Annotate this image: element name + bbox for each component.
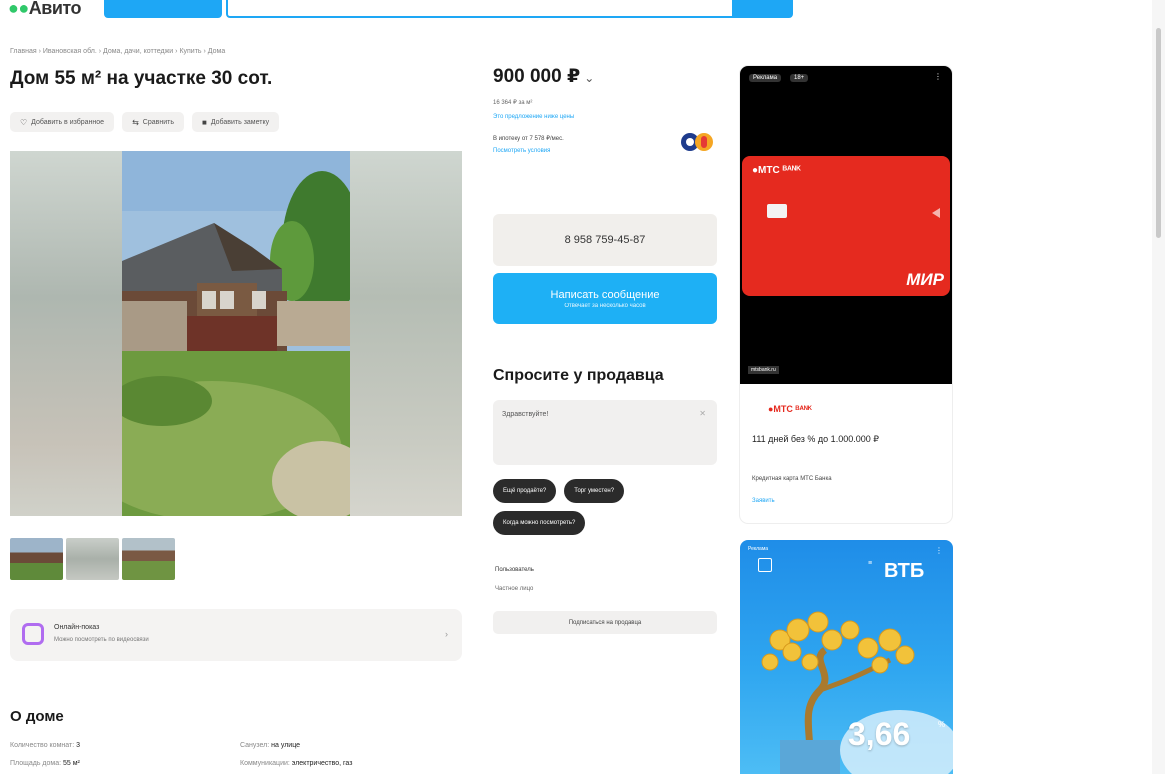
photo-gallery[interactable] bbox=[10, 151, 462, 516]
param-bathroom: Санузел: на улице bbox=[240, 742, 301, 749]
param-rooms: Количество комнат: 3 bbox=[10, 742, 80, 749]
ad-description: Кредитная карта МТС Банка bbox=[752, 476, 832, 482]
page-scrollbar[interactable] bbox=[1152, 0, 1165, 774]
avito-logo[interactable]: ●●Авито bbox=[8, 0, 81, 19]
subscribe-seller-button[interactable]: Подписаться на продавца bbox=[493, 611, 717, 634]
categories-button[interactable] bbox=[104, 0, 222, 18]
write-message-sub: Отвечает за несколько часов bbox=[564, 302, 646, 309]
online-tour-subtitle: Можно посмотреть по видеосвязи bbox=[54, 637, 149, 643]
chevron-right-icon: › bbox=[445, 629, 448, 639]
top-header: ●●Авито bbox=[0, 0, 800, 20]
write-message-label: Написать сообщение bbox=[550, 288, 660, 301]
vtb-logo: ВТБ bbox=[884, 560, 925, 582]
search-input[interactable] bbox=[226, 0, 734, 18]
house-photo[interactable] bbox=[122, 151, 350, 516]
house-params: Количество комнат: 3 Санузел: на улице П… bbox=[10, 742, 470, 774]
thumbnail-strip bbox=[10, 538, 175, 580]
credit-card-image: ●МТС ᴮᴬᴺᴷ МИР bbox=[742, 156, 950, 296]
ad-vtb[interactable]: Реклама ⋮ ≡ ВТБ 3,66 % bbox=[740, 540, 953, 774]
chip-still-selling[interactable]: Ещё продаёте? bbox=[493, 479, 557, 503]
heart-icon: ♡ bbox=[20, 117, 28, 127]
mortgage-link[interactable]: Посмотреть условия bbox=[493, 148, 550, 154]
online-tour-title: Онлайн-показ bbox=[54, 624, 100, 631]
write-message-button[interactable]: Написать сообщение Отвечает за несколько… bbox=[493, 273, 717, 324]
seller-type: Частное лицо bbox=[495, 586, 534, 592]
vtb-stripes-icon: ≡ bbox=[868, 560, 873, 567]
age-label: 18+ bbox=[790, 74, 809, 82]
param-row: Площадь дома: 55 м² Коммуникации: электр… bbox=[10, 760, 470, 774]
add-favorite-button[interactable]: ♡ Добавить в избранное bbox=[10, 112, 115, 132]
chip-when-view[interactable]: Когда можно посмотреть? bbox=[493, 511, 586, 535]
seller-name[interactable]: Пользователь bbox=[495, 567, 534, 573]
bank-logos-icon bbox=[681, 133, 719, 151]
rate-value: 3,66 bbox=[848, 716, 911, 752]
ad-label: Реклама bbox=[748, 546, 769, 552]
note-icon: ■ bbox=[201, 117, 207, 127]
price: 900 000 ₽ ⌄ bbox=[493, 66, 595, 87]
info-icon bbox=[758, 558, 772, 572]
ad-link[interactable]: Заявить bbox=[752, 498, 775, 504]
contactless-icon bbox=[932, 208, 940, 218]
about-section-title: О доме bbox=[10, 708, 64, 725]
more-icon[interactable]: ⋮ bbox=[935, 546, 943, 555]
param-utilities: Коммуникации: электричество, газ bbox=[240, 760, 353, 767]
show-phone-button[interactable]: 8 958 759-45-87 bbox=[493, 214, 717, 266]
ask-seller-title: Спросите у продавца bbox=[493, 367, 664, 384]
ad-brand: ●МТС ᴮᴬᴺᴷ bbox=[768, 404, 812, 414]
page-title: Дом 55 м² на участке 30 сот. bbox=[10, 68, 273, 89]
chevron-down-icon[interactable]: ⌄ bbox=[584, 71, 594, 85]
search-button[interactable] bbox=[733, 0, 793, 18]
chip-bargain[interactable]: Торг уместен? bbox=[564, 479, 625, 503]
ad-domain: mtsbank.ru bbox=[748, 366, 779, 374]
compare-icon: ⇆ bbox=[132, 117, 139, 127]
compare-button[interactable]: ⇆ Сравнить bbox=[122, 112, 184, 132]
rate-percent: % bbox=[938, 720, 946, 729]
card-chip-icon bbox=[767, 204, 787, 218]
clear-icon[interactable]: ✕ bbox=[699, 409, 706, 418]
money-tree-illustration bbox=[761, 611, 953, 774]
ad-mts-bank[interactable]: Реклама 18+ ⋮ ●МТС ᴮᴬᴺᴷ МИР mtsbank.ru ●… bbox=[740, 66, 952, 523]
gallery-blur-left bbox=[10, 151, 122, 516]
ask-seller-input[interactable]: Здравствуйте! ✕ bbox=[493, 400, 717, 465]
scrollbar-thumb[interactable] bbox=[1156, 28, 1161, 238]
thumbnail-1[interactable] bbox=[10, 538, 63, 580]
param-row: Количество комнат: 3 Санузел: на улице bbox=[10, 742, 470, 760]
gallery-blur-right bbox=[350, 151, 462, 516]
ad-headline: 111 дней без % до 1.000.000 ₽ bbox=[752, 434, 879, 444]
mortgage-info: В ипотеку от 7 578 ₽/мес. bbox=[493, 136, 564, 142]
price-per-meter: 16 364 ₽ за м² bbox=[493, 100, 533, 106]
ad-label: Реклама bbox=[749, 74, 782, 82]
more-icon[interactable]: ⋮ bbox=[934, 72, 942, 81]
price-info-link[interactable]: Это предложение ниже цены bbox=[493, 114, 574, 120]
mir-logo: МИР bbox=[906, 270, 944, 289]
ask-input-text: Здравствуйте! bbox=[502, 411, 549, 418]
card-brand: ●МТС ᴮᴬᴺᴷ bbox=[752, 165, 801, 176]
param-area: Площадь дома: 55 м² bbox=[10, 760, 80, 767]
thumbnail-3[interactable] bbox=[122, 538, 175, 580]
video-call-icon bbox=[22, 623, 44, 645]
add-note-button[interactable]: ■ Добавить заметку bbox=[191, 112, 280, 132]
online-tour-banner[interactable]: Онлайн-показ Можно посмотреть по видеосв… bbox=[10, 609, 462, 661]
breadcrumb[interactable]: Главная › Ивановская обл. › Дома, дачи, … bbox=[10, 48, 225, 55]
quick-questions: Ещё продаёте? Торг уместен? Когда можно … bbox=[493, 479, 717, 535]
listing-actions: ♡ Добавить в избранное ⇆ Сравнить ■ Добавит… bbox=[10, 112, 280, 132]
thumbnail-2[interactable] bbox=[66, 538, 119, 580]
